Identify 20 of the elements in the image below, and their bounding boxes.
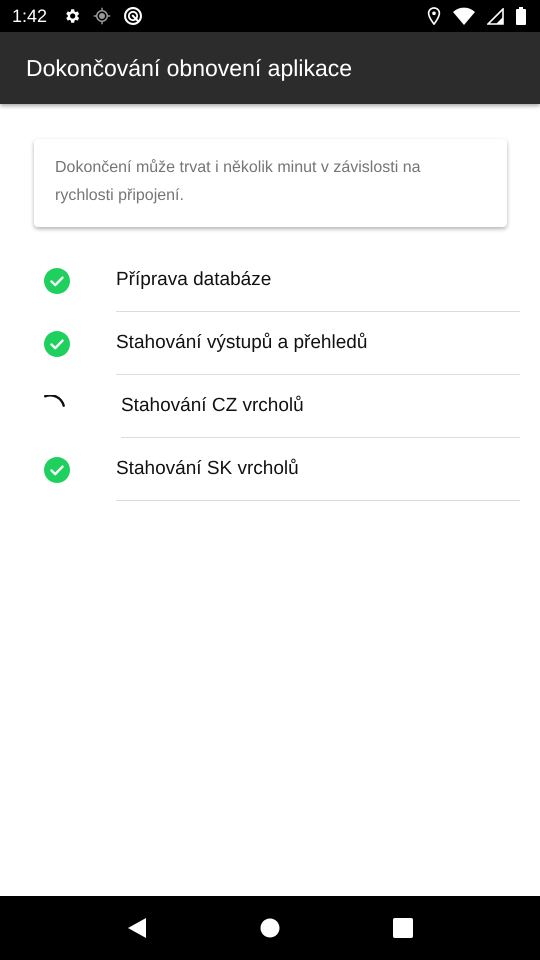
notice-text: Dokončení může trvat i několik minut v závislosti na rychlosti připojení. [55,158,422,206]
recents-button[interactable] [393,918,414,938]
crosshair-icon [93,7,112,25]
step-label: Stahování SK vrcholů [116,438,520,501]
check-circle-icon [44,456,70,482]
signal-icon [487,8,504,24]
step-label: Stahování výstupů a přehledů [116,312,520,375]
location-pin-icon [427,7,441,25]
home-button[interactable] [260,918,280,938]
battery-icon [516,7,526,25]
status-time: 1:42 [12,6,48,26]
ring-icon [123,6,144,26]
loading-spinner-icon [44,394,65,406]
step-label: Příprava databáze [116,249,520,312]
step-label: Stahování CZ vrcholů [121,375,520,438]
back-button[interactable] [126,917,147,939]
check-circle-icon [44,330,70,356]
check-circle-icon [44,268,70,294]
wifi-icon [453,7,475,25]
app-bar-title: Dokončování obnovení aplikace [26,54,352,82]
